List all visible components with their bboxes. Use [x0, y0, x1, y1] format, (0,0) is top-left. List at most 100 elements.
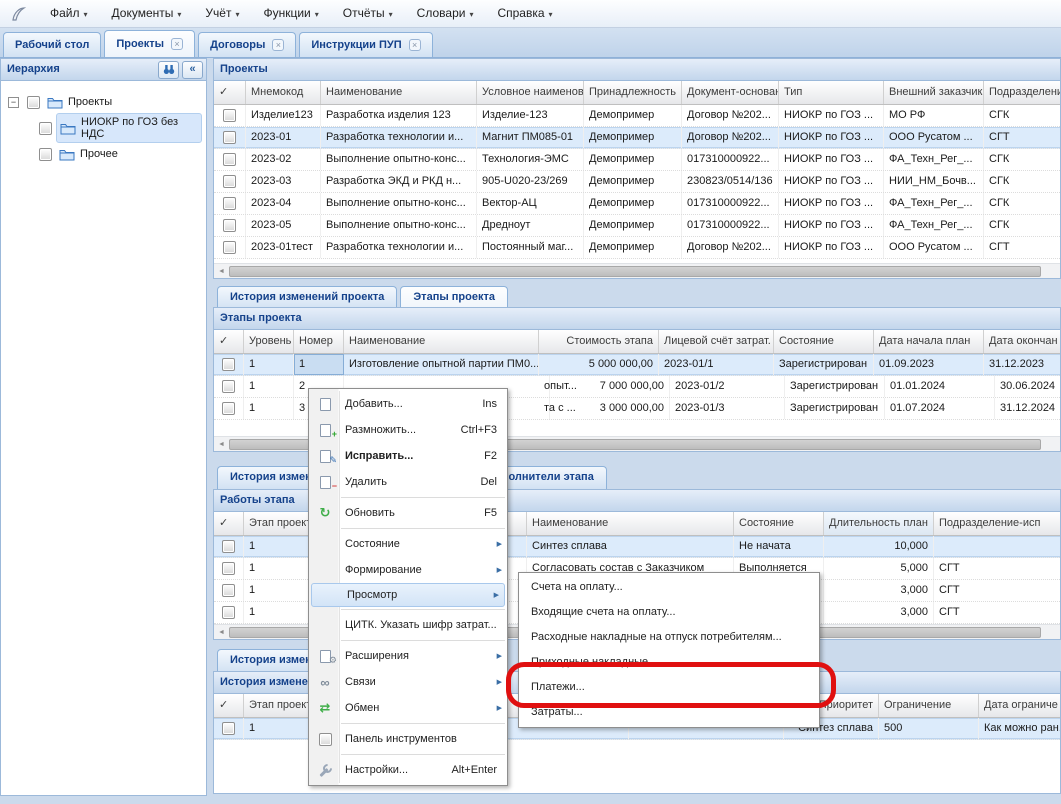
context-menu-item[interactable]: ✎Исправить...F2 — [309, 443, 507, 469]
context-menu-item[interactable]: Панель инструментов — [309, 726, 507, 752]
row-checkbox[interactable] — [223, 241, 236, 254]
context-menu-item[interactable]: ⇄Обмен▶ — [309, 695, 507, 721]
column-header[interactable]: Наименование — [527, 512, 734, 535]
tree-node-other[interactable]: Прочее — [5, 141, 202, 167]
node-checkbox[interactable] — [39, 122, 52, 135]
column-header[interactable]: Длительность план▼ — [824, 512, 934, 535]
horizontal-scrollbar[interactable]: ◄ — [214, 263, 1060, 278]
node-checkbox[interactable] — [27, 96, 40, 109]
row-checkbox[interactable] — [222, 358, 235, 371]
select-column-header[interactable]: ✓ — [214, 330, 244, 353]
close-tab-icon[interactable]: × — [272, 39, 284, 51]
column-header[interactable]: Наименование — [344, 330, 539, 353]
column-header[interactable]: Мнемокод — [246, 81, 321, 104]
column-header[interactable]: Состояние — [774, 330, 874, 353]
menu-file[interactable]: Файл▾ — [38, 3, 100, 24]
submenu-arrow-icon: ▶ — [497, 566, 502, 574]
column-header[interactable]: Условное наименова — [477, 81, 584, 104]
tree-node-projects[interactable]: − Проекты — [5, 89, 202, 115]
menu-dictionaries[interactable]: Словари▾ — [405, 3, 486, 24]
column-header[interactable]: Наименование — [321, 81, 477, 104]
row-checkbox[interactable] — [223, 131, 236, 144]
row-checkbox[interactable] — [223, 197, 236, 210]
column-header[interactable]: Документ-основан — [682, 81, 779, 104]
scroll-left-icon[interactable]: ◄ — [214, 629, 229, 636]
close-tab-icon[interactable]: × — [171, 38, 183, 50]
scroll-left-icon[interactable]: ◄ — [214, 268, 229, 275]
row-checkbox[interactable] — [222, 562, 235, 575]
submenu-item[interactable]: Платежи... — [519, 675, 819, 700]
tab-projects[interactable]: Проекты× — [104, 30, 195, 57]
context-menu-item[interactable]: Просмотр▶ — [311, 583, 505, 607]
scrollbar-thumb[interactable] — [229, 266, 1041, 277]
column-header[interactable]: Дата ограниче — [979, 694, 1060, 717]
column-header[interactable]: Ограничение — [879, 694, 979, 717]
select-column-header[interactable]: ✓ — [214, 512, 244, 535]
context-menu-item[interactable]: Состояние▶ — [309, 531, 507, 557]
column-header[interactable]: Лицевой счёт затрат. — [659, 330, 774, 353]
column-header[interactable]: Номер — [294, 330, 344, 353]
column-header[interactable]: Дата начала план — [874, 330, 984, 353]
row-checkbox[interactable] — [222, 722, 235, 735]
submenu-item[interactable]: Расходные накладные на отпуск потребител… — [519, 625, 819, 650]
column-header[interactable]: Уровень — [244, 330, 294, 353]
close-tab-icon[interactable]: × — [409, 39, 421, 51]
context-menu-item[interactable]: ↻ОбновитьF5 — [309, 500, 507, 526]
row-checkbox[interactable] — [222, 606, 235, 619]
row-checkbox[interactable] — [222, 380, 235, 393]
select-column-header[interactable]: ✓ — [214, 81, 246, 104]
submenu-item[interactable]: Приходные накладные... — [519, 650, 819, 675]
column-header[interactable]: Подразделени — [984, 81, 1060, 104]
table-row[interactable]: 2023-03Разработка ЭКД и РКД н...905-U020… — [214, 171, 1060, 193]
context-menu-item[interactable]: Настройки...Alt+Enter — [309, 757, 507, 783]
table-row[interactable]: 2023-01тестРазработка технологии и...Пос… — [214, 237, 1060, 259]
row-checkbox[interactable] — [223, 153, 236, 166]
table-row[interactable]: 2023-04Выполнение опытно-конс...Вектор-А… — [214, 193, 1060, 215]
collapse-node-icon[interactable]: − — [8, 97, 19, 108]
column-header[interactable]: Принадлежность — [584, 81, 682, 104]
context-menu-item[interactable]: ⚙Расширения▶ — [309, 643, 507, 669]
context-menu-item[interactable]: ЦИТК. Указать шифр затрат... — [309, 612, 507, 638]
table-row[interactable]: 2023-05Выполнение опытно-конс...Дредноут… — [214, 215, 1060, 237]
table-row[interactable]: 11Изготовление опытной партии ПМ0...5 00… — [214, 354, 1060, 376]
context-menu-item[interactable]: −УдалитьDel — [309, 469, 507, 495]
tree-node-niokr[interactable]: НИОКР по ГОЗ без НДС — [5, 115, 202, 141]
menu-documents[interactable]: Документы▾ — [100, 3, 194, 24]
menu-accounting[interactable]: Учёт▾ — [193, 3, 251, 24]
table-row[interactable]: 2023-02Выполнение опытно-конс...Технолог… — [214, 149, 1060, 171]
menu-help[interactable]: Справка▾ — [485, 3, 564, 24]
context-menu-item[interactable]: ∞Связи▶ — [309, 669, 507, 695]
row-checkbox[interactable] — [223, 219, 236, 232]
tab-project-stages[interactable]: Этапы проекта — [400, 286, 508, 309]
row-checkbox[interactable] — [222, 584, 235, 597]
table-row[interactable]: 2023-01Разработка технологии и...Магнит … — [214, 127, 1060, 149]
column-header[interactable]: Внешний заказчик — [884, 81, 984, 104]
column-header[interactable]: Состояние — [734, 512, 824, 535]
row-checkbox[interactable] — [222, 540, 235, 553]
column-header[interactable]: Тип — [779, 81, 884, 104]
context-menu-item[interactable]: +Размножить...Ctrl+F3 — [309, 417, 507, 443]
select-column-header[interactable]: ✓ — [214, 694, 244, 717]
tab-desktop[interactable]: Рабочий стол — [3, 32, 101, 57]
context-menu-item[interactable]: Добавить...Ins — [309, 391, 507, 417]
row-checkbox[interactable] — [222, 402, 235, 415]
column-header[interactable]: Подразделение-исп — [934, 512, 1060, 535]
row-checkbox[interactable] — [223, 109, 236, 122]
row-checkbox[interactable] — [223, 175, 236, 188]
menu-reports[interactable]: Отчёты▾ — [331, 3, 405, 24]
tab-instructions[interactable]: Инструкции ПУП× — [299, 32, 432, 57]
column-header[interactable]: Стоимость этапа — [539, 330, 659, 353]
search-icon[interactable] — [158, 61, 179, 79]
context-menu-item[interactable]: Формирование▶ — [309, 557, 507, 583]
tab-project-history[interactable]: История изменений проекта — [217, 286, 397, 309]
submenu-item[interactable]: Затраты... — [519, 700, 819, 725]
submenu-item[interactable]: Счета на оплату... — [519, 575, 819, 600]
collapse-panel-icon[interactable]: « — [182, 61, 203, 79]
table-row[interactable]: Изделие123Разработка изделия 123Изделие-… — [214, 105, 1060, 127]
submenu-item[interactable]: Входящие счета на оплату... — [519, 600, 819, 625]
tab-contracts[interactable]: Договоры× — [198, 32, 296, 57]
menu-functions[interactable]: Функции▾ — [251, 3, 330, 24]
node-checkbox[interactable] — [39, 148, 52, 161]
column-header[interactable]: Дата окончан — [984, 330, 1060, 353]
scroll-left-icon[interactable]: ◄ — [214, 441, 229, 448]
